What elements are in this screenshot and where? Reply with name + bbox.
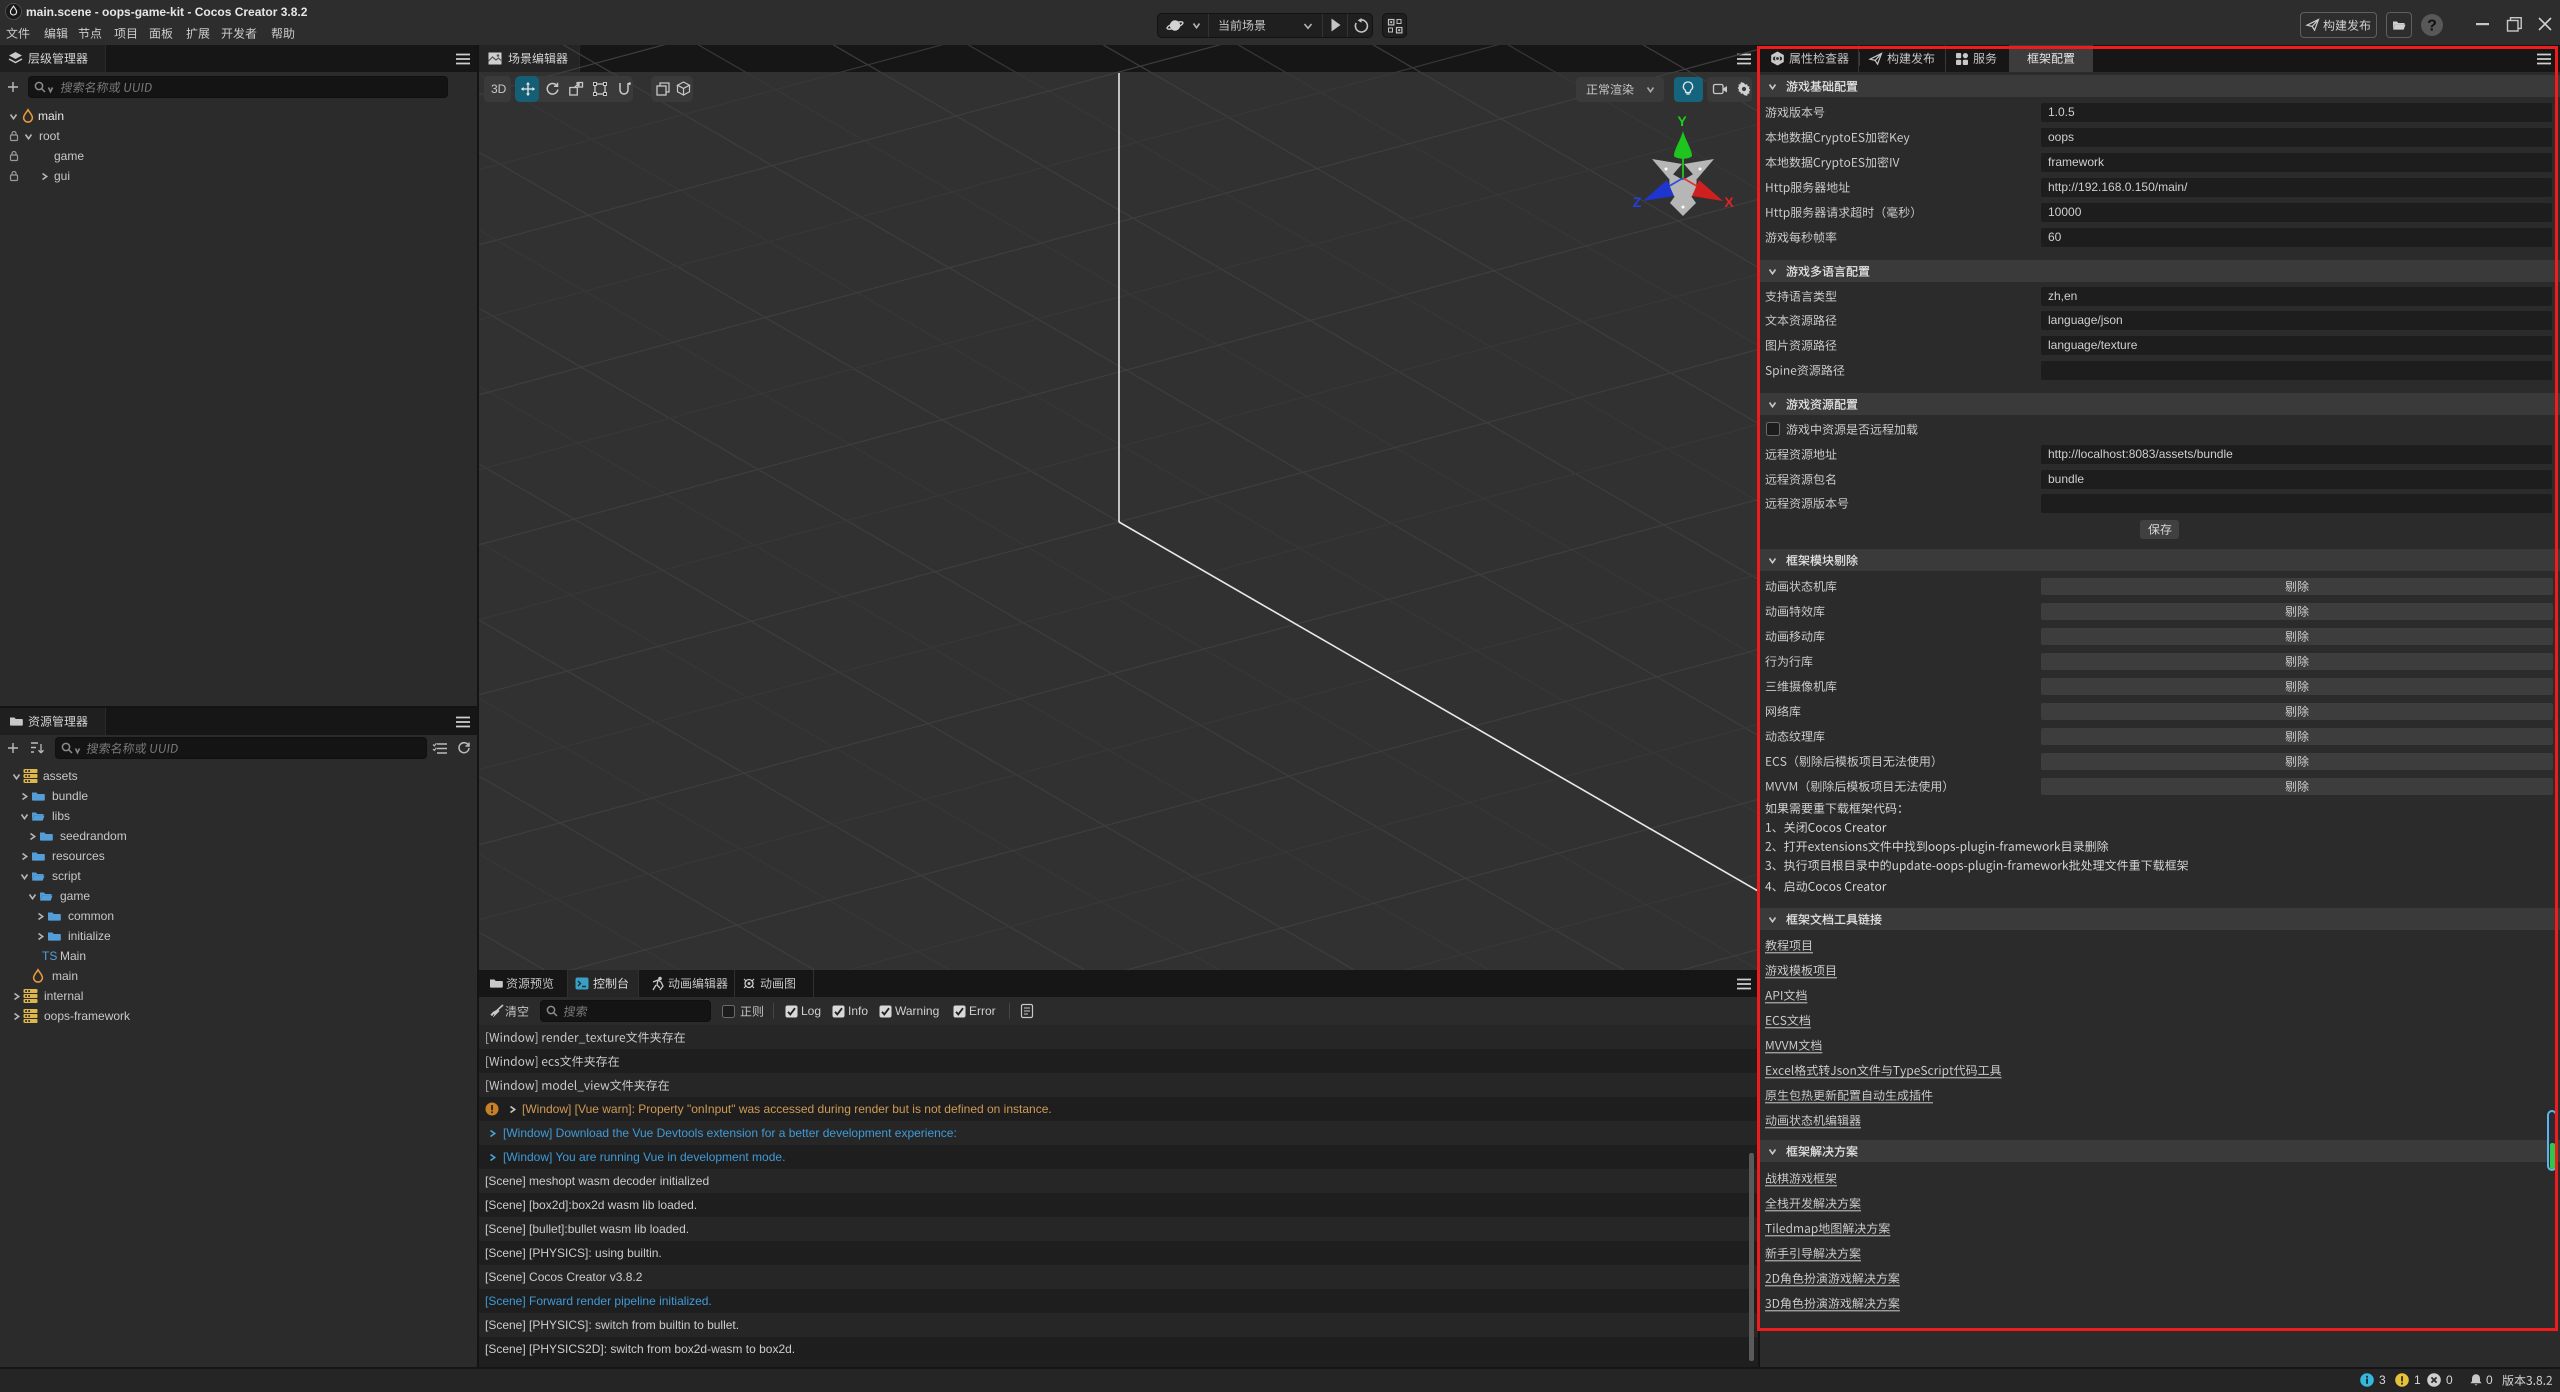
svg-text:X: X (1724, 194, 1734, 210)
svg-text:?: ? (2427, 18, 2437, 35)
svg-text:Y: Y (1677, 113, 1687, 129)
svg-text:Z: Z (1633, 194, 1642, 210)
